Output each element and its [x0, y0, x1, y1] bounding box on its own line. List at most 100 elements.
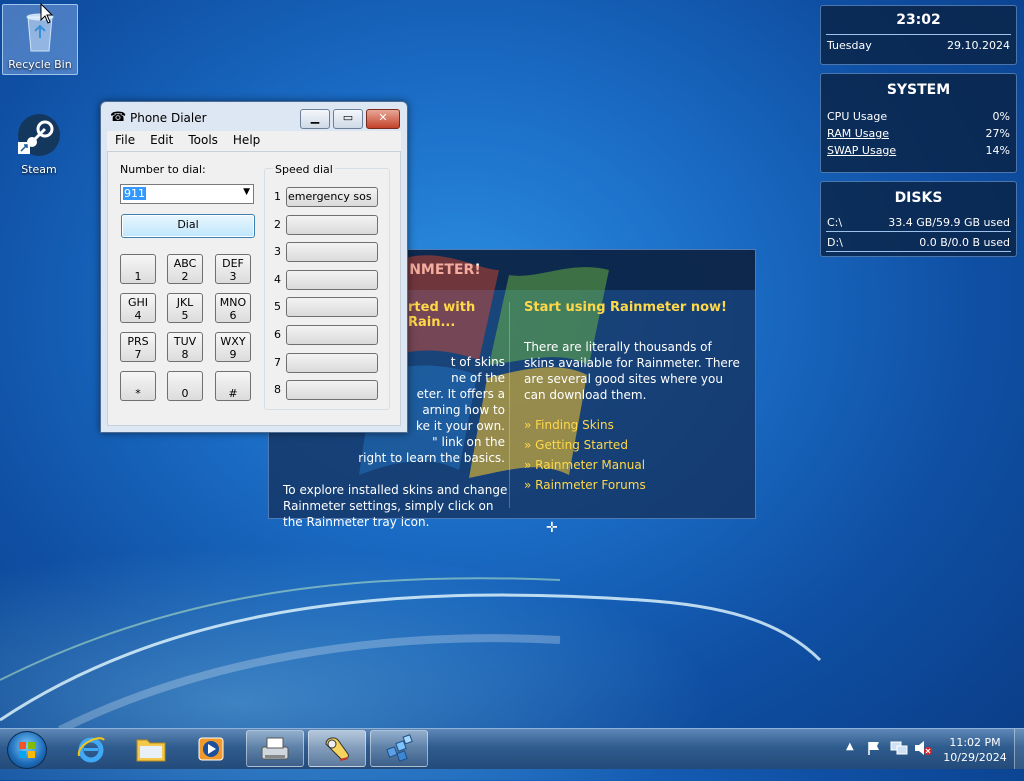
- key-4[interactable]: GHI 4: [120, 293, 156, 323]
- steam-label: Steam: [21, 163, 57, 176]
- system-title: SYSTEM: [886, 82, 951, 98]
- rainmeter-forums-link[interactable]: » Rainmeter Forums: [524, 475, 744, 495]
- speed-dial-8-button[interactable]: [286, 380, 378, 400]
- steam-icon: [18, 114, 60, 156]
- key-7[interactable]: PRS 7: [120, 332, 156, 362]
- move-cursor-icon: ✛: [546, 520, 558, 536]
- network-icon[interactable]: [890, 740, 908, 756]
- mouse-cursor-icon: [40, 3, 54, 24]
- internet-explorer-icon: [77, 737, 105, 763]
- key-5[interactable]: JKL 5: [167, 293, 203, 323]
- menu-file[interactable]: File: [107, 131, 142, 147]
- fax-printer-icon: [261, 737, 289, 760]
- number-to-dial-label: Number to dial:: [120, 163, 206, 176]
- speed-dial-3-button[interactable]: [286, 242, 378, 262]
- taskbar-clock[interactable]: 11:02 PM 10/29/2024: [940, 735, 1010, 765]
- speed-dial-number: 6: [274, 328, 281, 341]
- phone-dialer-window: ☎ Phone Dialer ▁ ▭ ✕ File Edit Tools Help N…: [100, 101, 408, 433]
- fax-taskbar-button[interactable]: [246, 730, 304, 767]
- chevron-down-icon[interactable]: ▼: [243, 187, 250, 197]
- swap-usage-row: SWAP Usage 14%: [821, 142, 1016, 159]
- speed-dial-number: 8: [274, 383, 281, 396]
- key-3[interactable]: DEF 3: [215, 254, 251, 284]
- taskbar-date: 10/29/2024: [943, 751, 1007, 764]
- rainmeter-taskbar-button[interactable]: [370, 730, 428, 767]
- speed-dial-number: 7: [274, 356, 281, 369]
- volume-muted-icon[interactable]: [914, 740, 932, 756]
- cpu-usage-value: 0%: [992, 110, 1010, 123]
- menu-bar: File Edit Tools Help: [107, 131, 401, 151]
- close-button[interactable]: ✕: [366, 109, 400, 129]
- windows-flag-icon: [19, 742, 35, 758]
- key-0[interactable]: 0: [167, 371, 203, 401]
- menu-help[interactable]: Help: [225, 131, 267, 147]
- internet-explorer-taskbar-button[interactable]: [62, 730, 120, 767]
- taskbar: ▲ 11:02 PM 10/29/2024: [0, 728, 1024, 769]
- number-to-dial-combo[interactable]: 911 ▼: [120, 184, 254, 204]
- cpu-usage-label: CPU Usage: [827, 110, 888, 123]
- speed-dial-6-button[interactable]: [286, 325, 378, 345]
- disk-d-value: 0.0 B/0.0 B used: [919, 236, 1010, 249]
- disk-c-label: C:\: [827, 216, 843, 229]
- show-hidden-icons-button[interactable]: ▲: [846, 741, 854, 781]
- disks-title: DISKS: [894, 190, 943, 206]
- welcome-right-text: There are literally thousands of skins a…: [524, 340, 740, 402]
- speed-dial-number: 1: [274, 190, 281, 203]
- speed-dial-5-button[interactable]: [286, 297, 378, 317]
- media-player-taskbar-button[interactable]: [182, 730, 240, 767]
- welcome-divider: [509, 302, 510, 508]
- rainmeter-clock-widget: 23:02 Tuesday 29.10.2024: [820, 5, 1017, 65]
- start-button[interactable]: [7, 731, 47, 769]
- title-bar[interactable]: ☎ Phone Dialer ▁ ▭ ✕: [101, 102, 407, 132]
- steam-desktop-icon[interactable]: Steam: [2, 112, 76, 176]
- rainmeter-system-widget: SYSTEM CPU Usage 0% RAM Usage 27% SWAP U…: [820, 73, 1017, 173]
- speed-dial-number: 3: [274, 245, 281, 258]
- key-2[interactable]: ABC 2: [167, 254, 203, 284]
- key-hash[interactable]: #: [215, 371, 251, 401]
- cpu-usage-row: CPU Usage 0%: [821, 108, 1016, 125]
- explorer-taskbar-button[interactable]: [122, 730, 180, 767]
- minimize-button[interactable]: ▁: [300, 109, 330, 129]
- media-player-icon: [198, 737, 224, 761]
- phone-dialer-taskbar-button[interactable]: [308, 730, 366, 767]
- key-9[interactable]: WXY 9: [215, 332, 251, 362]
- rainmeter-app-icon: [386, 734, 413, 762]
- speed-dial-2-button[interactable]: [286, 215, 378, 235]
- disk-d-row: D:\ 0.0 B/0.0 B used: [826, 234, 1011, 252]
- phone-dialer-icon: [325, 737, 349, 761]
- rainmeter-manual-link[interactable]: » Rainmeter Manual: [524, 455, 744, 475]
- action-center-flag-icon[interactable]: [866, 740, 882, 756]
- key-8[interactable]: TUV 8: [167, 332, 203, 362]
- menu-tools[interactable]: Tools: [180, 131, 225, 147]
- speed-dial-number: 4: [274, 273, 281, 286]
- rainmeter-disks-widget: DISKS C:\ 33.4 GB/59.9 GB used D:\ 0.0 B…: [820, 181, 1017, 257]
- getting-started-link[interactable]: » Getting Started: [524, 435, 744, 455]
- speed-dial-group: 1 emergency sos 2 3 4 5 6 7 8: [264, 168, 390, 410]
- welcome-right-column: Start using Rainmeter now! There are lit…: [524, 300, 744, 495]
- maximize-button[interactable]: ▭: [333, 109, 363, 129]
- key-star[interactable]: *: [120, 371, 156, 401]
- show-desktop-button[interactable]: [1014, 729, 1024, 769]
- phone-dialer-app-icon: ☎: [110, 110, 127, 125]
- clock-date: 29.10.2024: [947, 39, 1010, 52]
- ram-usage-row: RAM Usage 27%: [821, 125, 1016, 142]
- menu-edit[interactable]: Edit: [142, 131, 180, 147]
- dialer-client-area: Number to dial: 911 ▼ Dial 1 ABC 2 DEF 3 G…: [107, 151, 401, 426]
- speed-dial-4-button[interactable]: [286, 270, 378, 290]
- taskbar-time: 11:02 PM: [949, 736, 1001, 749]
- speed-dial-1-button[interactable]: emergency sos: [286, 187, 378, 207]
- recycle-bin-label: Recycle Bin: [8, 58, 72, 71]
- window-title: Phone Dialer: [130, 111, 207, 125]
- speed-dial-7-button[interactable]: [286, 353, 378, 373]
- key-1[interactable]: 1: [120, 254, 156, 284]
- folder-icon: [136, 739, 166, 762]
- clock-day: Tuesday: [827, 39, 872, 52]
- finding-skins-link[interactable]: » Finding Skins: [524, 415, 744, 435]
- key-6[interactable]: MNO 6: [215, 293, 251, 323]
- clock-time: 23:02: [896, 12, 941, 28]
- disk-d-label: D:\: [827, 236, 843, 249]
- number-to-dial-value: 911: [123, 187, 146, 200]
- dial-button[interactable]: Dial: [121, 214, 255, 238]
- swap-usage-label: SWAP Usage: [827, 144, 897, 157]
- swap-usage-value: 14%: [985, 144, 1010, 157]
